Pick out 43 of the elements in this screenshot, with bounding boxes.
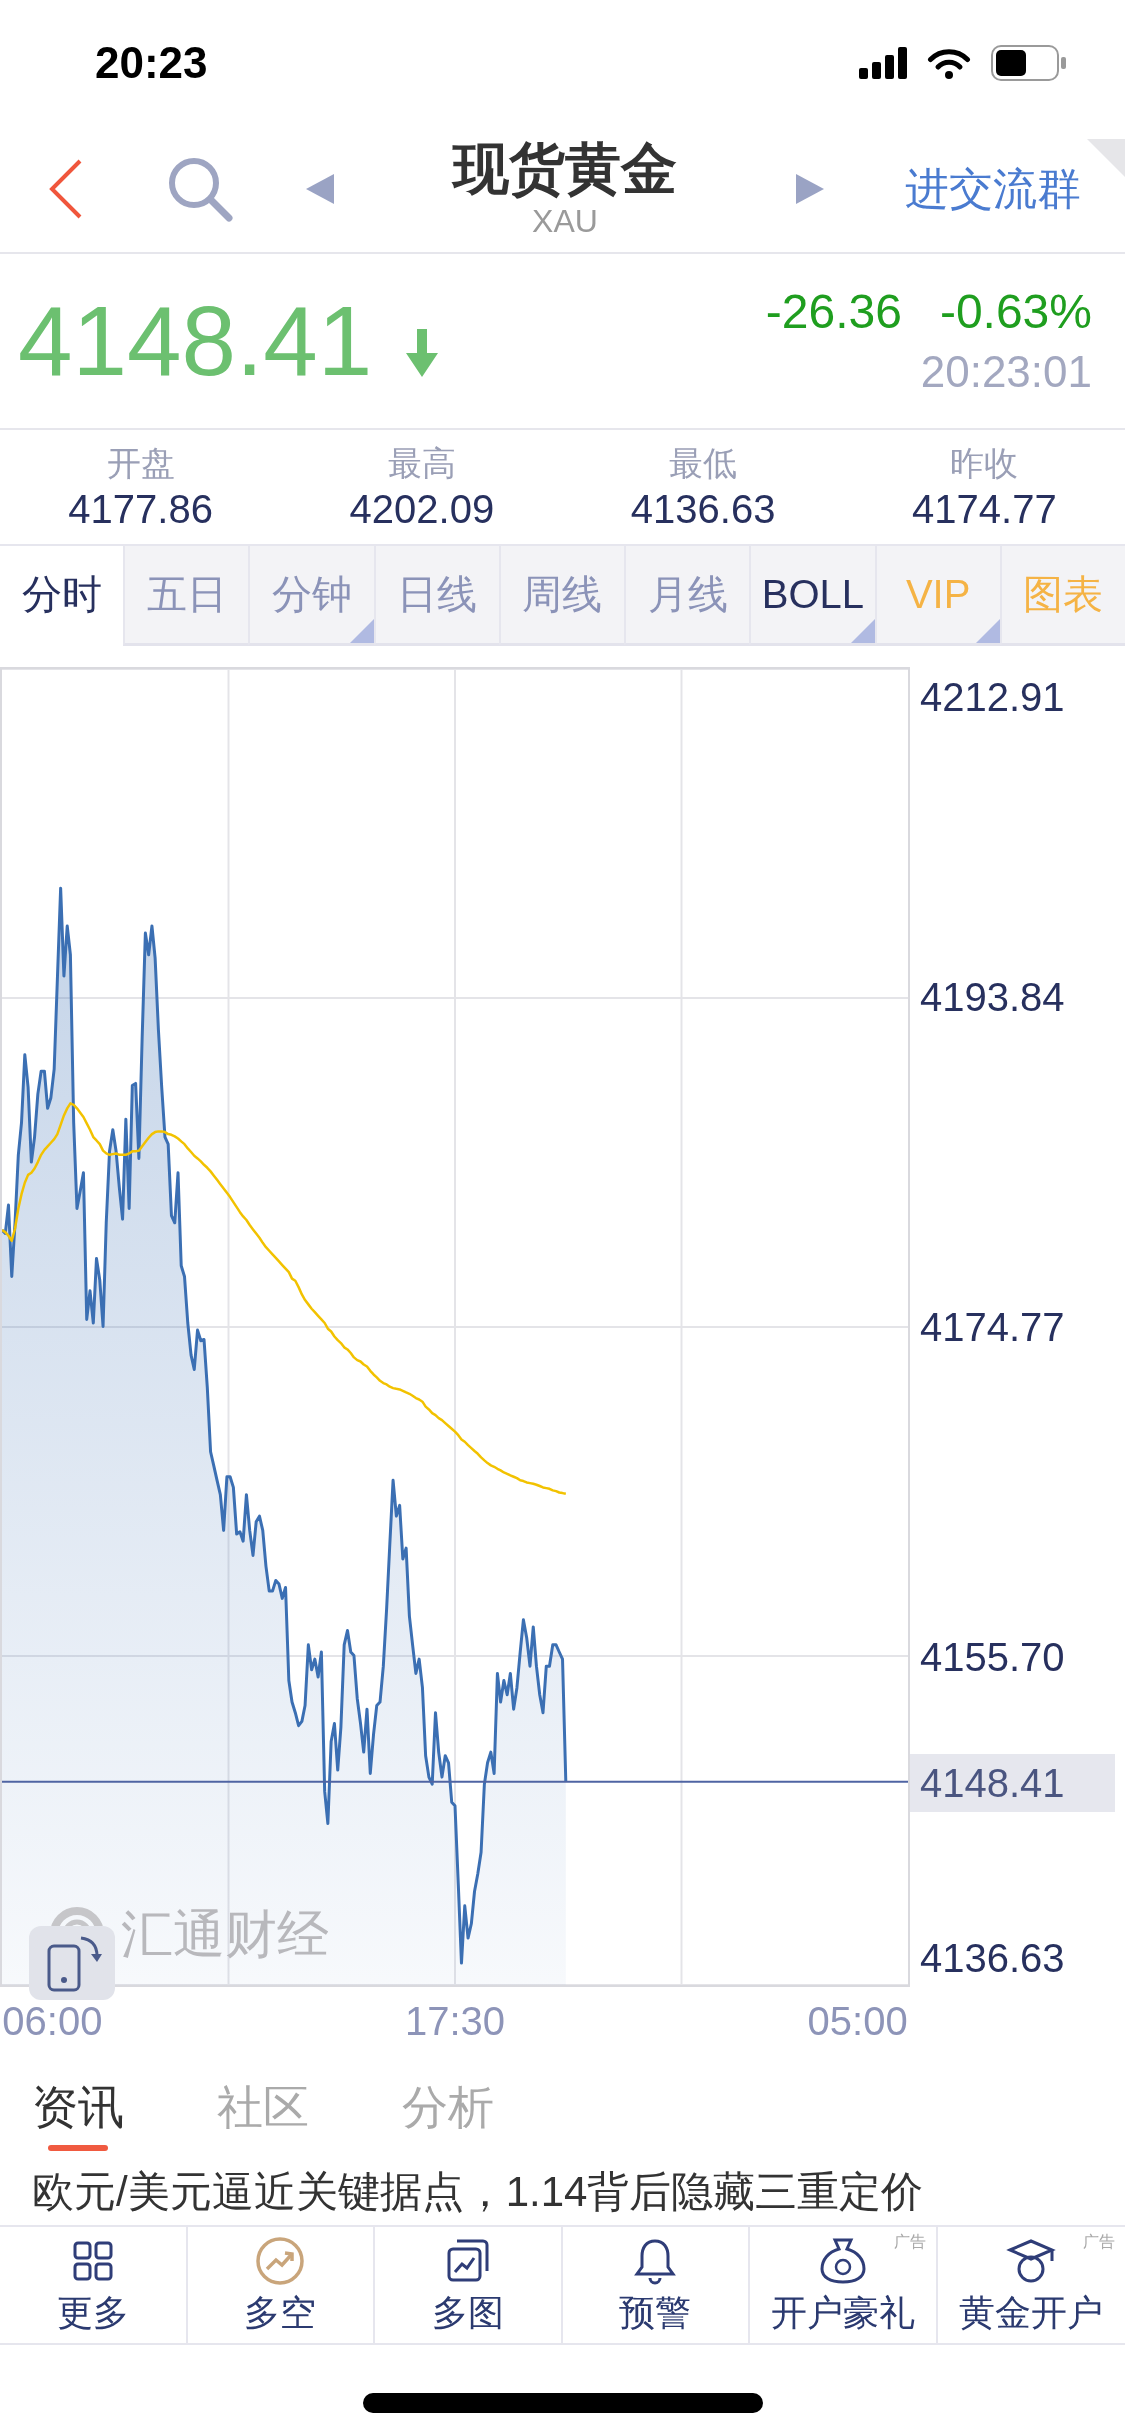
y-axis-label: 4136.63 [920, 1936, 1065, 1980]
triangle-left-icon [306, 173, 334, 204]
stat-label: 最低 [669, 443, 738, 484]
wifi-icon [927, 46, 971, 79]
corner-ribbon-icon [1087, 139, 1125, 177]
instrument-code: XAU [532, 201, 598, 241]
ad-tag: 广告 [1083, 2233, 1115, 2251]
y-axis-label: 4174.77 [920, 1305, 1065, 1349]
instrument-title: 现货黄金 [453, 136, 677, 201]
stat-value: 4177.86 [68, 486, 213, 533]
stat-label: 最高 [387, 443, 456, 484]
x-axis-label: 05:00 [807, 2001, 908, 2041]
rotate-screen-button[interactable] [29, 1926, 115, 2000]
y-axis-label: 4155.70 [920, 1635, 1065, 1679]
trend-circle-icon [255, 2236, 306, 2286]
news-headline[interactable]: 欧元/美元逼近关键据点，1.14背后隐藏三重定价 [0, 2160, 956, 2225]
period-tab[interactable]: BOLL [749, 546, 875, 646]
join-group-link[interactable]: 进交流群 [905, 160, 1081, 217]
stat-value: 4174.77 [912, 486, 1057, 533]
stat-value: 4136.63 [630, 486, 776, 533]
y-axis-label: 4193.84 [920, 975, 1065, 1019]
stat-label: 昨收 [950, 443, 1019, 484]
percent-change: -0.63% [939, 284, 1092, 340]
price-change: -26.36 [765, 284, 902, 340]
triangle-right-icon [796, 173, 824, 204]
stat-label: 开盘 [106, 443, 175, 484]
signal-icon [859, 46, 907, 79]
price-tag: 4148.41 [910, 1754, 1115, 1813]
x-axis-label: 17:30 [404, 2001, 506, 2041]
status-time: 20:23 [95, 36, 208, 89]
toolbar-button[interactable]: 多空 [234, 2227, 327, 2343]
toolbar-button[interactable]: 多图 [421, 2227, 514, 2343]
quote-time: 20:23:01 [920, 346, 1092, 398]
last-price: 4148.41 [18, 286, 373, 396]
toolbar-button[interactable]: 预警 [609, 2227, 702, 2343]
section-tab[interactable]: 资讯 [32, 2047, 124, 2151]
battery-icon [991, 44, 1067, 81]
toolbar-button[interactable]: 更多 [46, 2227, 139, 2343]
x-axis-label: 06:00 [2, 2001, 103, 2041]
stat-value: 4202.09 [349, 486, 495, 533]
ad-tag: 广告 [893, 2233, 926, 2251]
brand-watermark: 汇通财经 [121, 1904, 329, 1964]
y-axis-label: 4212.91 [920, 675, 1065, 719]
